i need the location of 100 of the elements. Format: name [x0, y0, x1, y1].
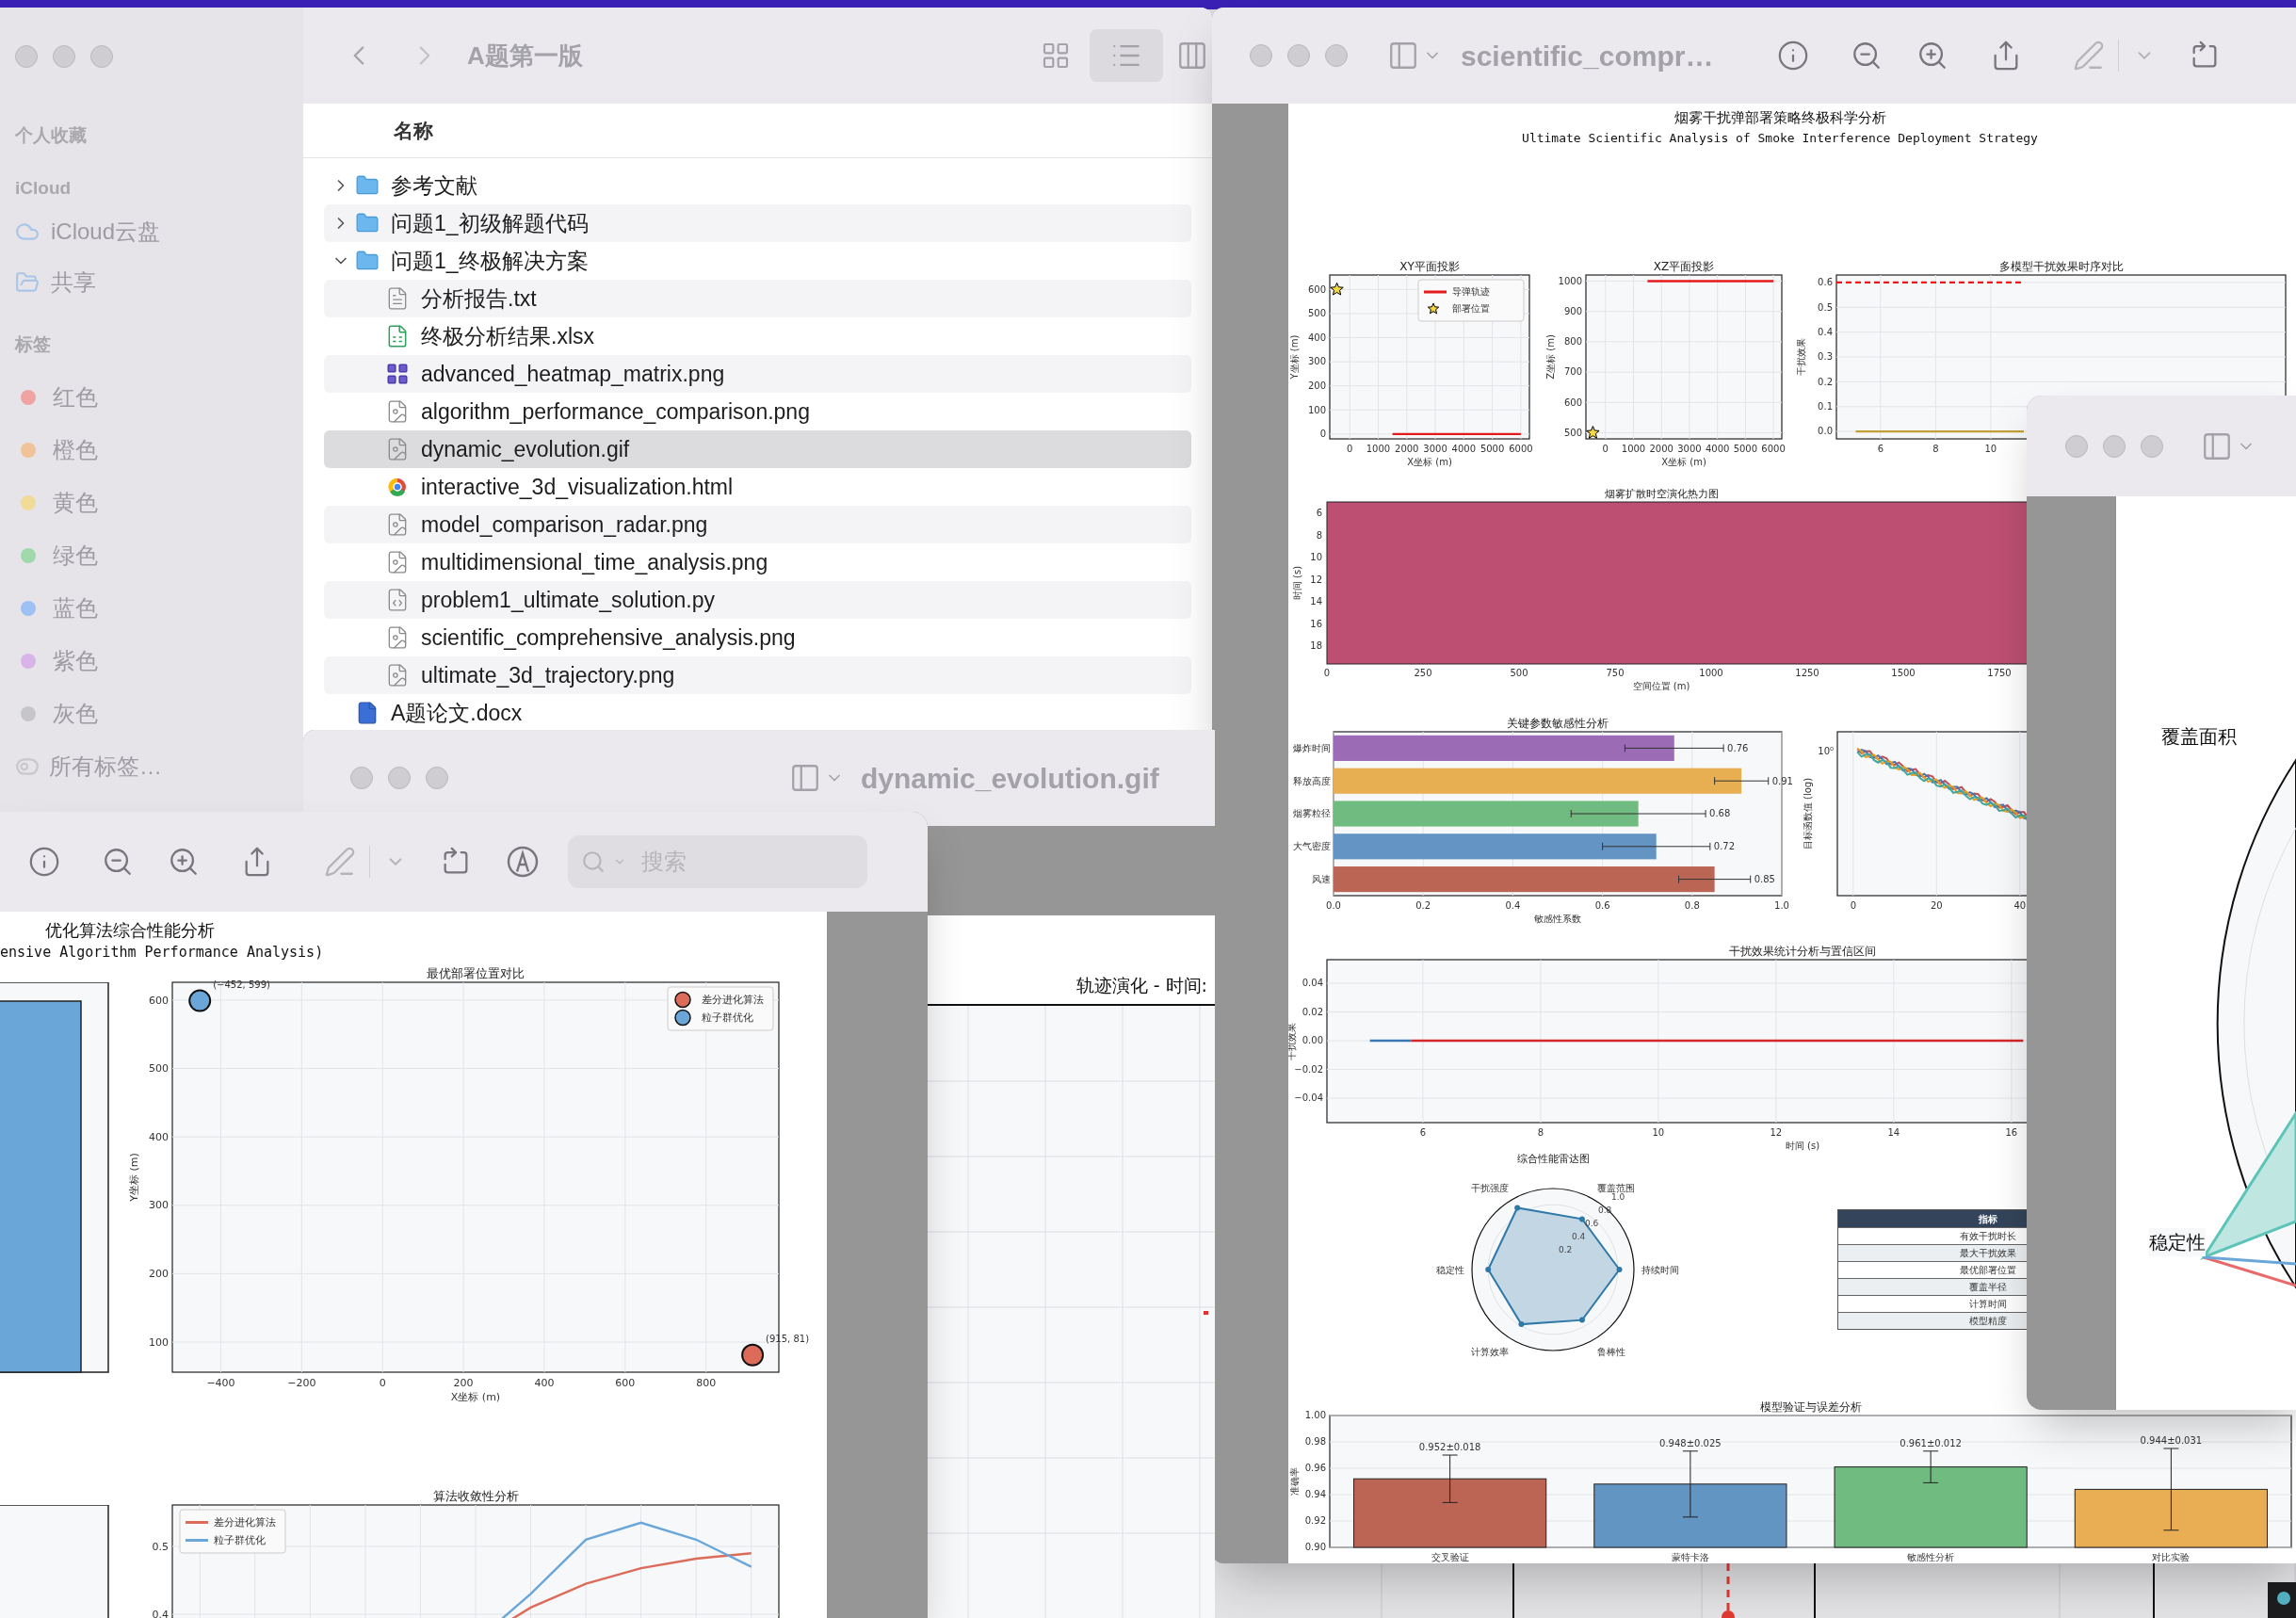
tick-label: 0.02: [1302, 1006, 1323, 1017]
window-control-icon[interactable]: [1250, 44, 1272, 67]
zoom-out-icon[interactable]: [1851, 40, 1883, 72]
category-label: 烟雾粒径: [1293, 808, 1331, 819]
tick-label: 600: [615, 1377, 636, 1389]
chart-title: 干扰效果统计分析与置信区间: [1729, 945, 1876, 958]
window-control-icon[interactable]: [426, 767, 448, 789]
info-icon[interactable]: [28, 846, 60, 878]
file-row[interactable]: model_comparison_radar.png: [324, 506, 1191, 543]
window-control-icon[interactable]: [1287, 44, 1310, 67]
file-name: 终极分析结果.xlsx: [421, 322, 594, 350]
tick-label: 250: [1414, 668, 1432, 678]
window-control-icon[interactable]: [53, 45, 75, 68]
tick-label: 1.0: [1774, 900, 1789, 911]
window-control-icon[interactable]: [1325, 44, 1348, 67]
tick-label: 10: [1652, 1127, 1665, 1138]
category-label: 交叉验证: [1431, 1552, 1469, 1562]
axis-label: 敏感性系数: [1534, 914, 1581, 924]
column-view-icon[interactable]: [1176, 40, 1208, 72]
file-row[interactable]: advanced_heatmap_matrix.png: [324, 355, 1191, 393]
data-label: 0.961±0.012: [1900, 1437, 1962, 1448]
chart-title: 算法收敛性分析: [432, 1489, 519, 1503]
tick-label: 1.00: [1304, 1410, 1326, 1421]
axis-label: X坐标 (m): [450, 1391, 501, 1403]
file-name: 参考文献: [391, 171, 477, 200]
tick-label: 6: [1419, 1127, 1427, 1138]
grid-image-icon: [385, 361, 410, 387]
shared-folder-icon: [15, 270, 40, 295]
sidebar-toggle-icon[interactable]: [789, 762, 821, 794]
file-row[interactable]: dynamic_evolution.gif: [324, 430, 1191, 468]
category-label: 爆炸时间: [1293, 742, 1331, 753]
window-control-icon[interactable]: [350, 767, 373, 789]
tick-label: 0.0: [1326, 900, 1341, 911]
file-name: 问题1_终极解决方案: [391, 247, 589, 275]
axis-label: 持续时间: [1641, 1265, 1679, 1275]
tick-label: 1500: [1891, 668, 1916, 678]
zoom-out-icon[interactable]: [102, 846, 134, 878]
chart-title: 多模型干扰效果时序对比: [1998, 260, 2124, 273]
tick-label: 0.92: [1304, 1515, 1326, 1527]
tick-label: 0.4: [152, 1608, 169, 1618]
tick-label: 500: [1307, 308, 1326, 319]
tick-label: 200: [1307, 380, 1326, 392]
tick-label: 500: [1563, 427, 1582, 438]
data-label: 0.91: [1771, 775, 1793, 786]
tick-label: 6: [1877, 444, 1884, 454]
axis-label: Y坐标 (m): [1289, 334, 1300, 380]
tick-label: 400: [149, 1130, 169, 1143]
markup-pen-icon[interactable]: [2073, 40, 2105, 72]
zoom-in-icon[interactable]: [168, 846, 200, 878]
file-name: A题论文.docx: [391, 699, 523, 727]
data-label: 0.68: [1709, 808, 1731, 819]
category-label: 释放高度: [1293, 775, 1331, 786]
tick-label: 0.90: [1304, 1542, 1326, 1553]
list-view-button[interactable]: [1090, 29, 1163, 82]
data-label: 0.72: [1713, 841, 1736, 852]
tick-label: 400: [1307, 332, 1326, 343]
tick-label: 0: [1850, 900, 1856, 911]
zoom-in-icon[interactable]: [1916, 40, 1948, 72]
markup-icon[interactable]: [506, 845, 540, 879]
window-control-icon[interactable]: [2141, 434, 2163, 458]
file-row[interactable]: problem1_ultimate_solution.py: [324, 581, 1191, 619]
file-row[interactable]: ultimate_3d_trajectory.png: [324, 656, 1191, 694]
grid-view-icon[interactable]: [1041, 40, 1071, 71]
sidebar-toggle-icon[interactable]: [1387, 40, 1419, 72]
tick-label: 2000: [1649, 444, 1673, 454]
tick-label: 0: [1602, 444, 1609, 454]
info-icon[interactable]: [1777, 40, 1809, 72]
axis-label: X坐标 (m): [1407, 457, 1452, 467]
tick-label: 600: [1307, 283, 1326, 295]
tick-label: 16: [2005, 1127, 2018, 1138]
tick-label: 0.00: [1302, 1035, 1323, 1046]
legend-label: 粒子群优化: [702, 1011, 753, 1025]
tick-label: 3000: [1423, 444, 1447, 454]
file-name: 分析报告.txt: [421, 284, 537, 313]
column-header[interactable]: 名称: [394, 115, 433, 146]
tick-label: 800: [1563, 336, 1582, 348]
chart-title: 轨迹演化 - 时间:: [1075, 973, 1207, 997]
tick-label: 3000: [1677, 444, 1702, 454]
axis-label: 时间 (s): [1785, 1141, 1820, 1151]
legend-label: 粒子群优化: [214, 1534, 266, 1547]
tick-label: 1250: [1795, 668, 1819, 678]
window-control-icon[interactable]: [388, 767, 411, 789]
data-label: 0.76: [1727, 742, 1749, 753]
window-control-icon[interactable]: [90, 45, 113, 68]
axis-label: 覆盖面积: [2161, 724, 2237, 750]
window-control-icon[interactable]: [15, 45, 38, 68]
axis-label: 干扰强度: [1471, 1182, 1509, 1193]
window-control-icon[interactable]: [2065, 434, 2088, 458]
tick-label: 0.2: [1818, 376, 1833, 387]
file-name: advanced_heatmap_matrix.png: [421, 360, 725, 388]
tick-label: 0.98: [1304, 1436, 1326, 1448]
window-title: A题第一版: [467, 40, 583, 72]
window-control-icon[interactable]: [2103, 434, 2126, 458]
tick-label: 18: [1310, 640, 1322, 651]
tick-label: 0.2: [1415, 900, 1431, 911]
tick-label: 300: [149, 1199, 169, 1212]
file-row[interactable]: 分析报告.txt: [324, 280, 1191, 317]
file-row[interactable]: 问题1_初级解题代码: [324, 204, 1191, 242]
markup-pen-icon[interactable]: [324, 846, 356, 878]
axis-label: 干扰效果: [1796, 338, 1806, 376]
